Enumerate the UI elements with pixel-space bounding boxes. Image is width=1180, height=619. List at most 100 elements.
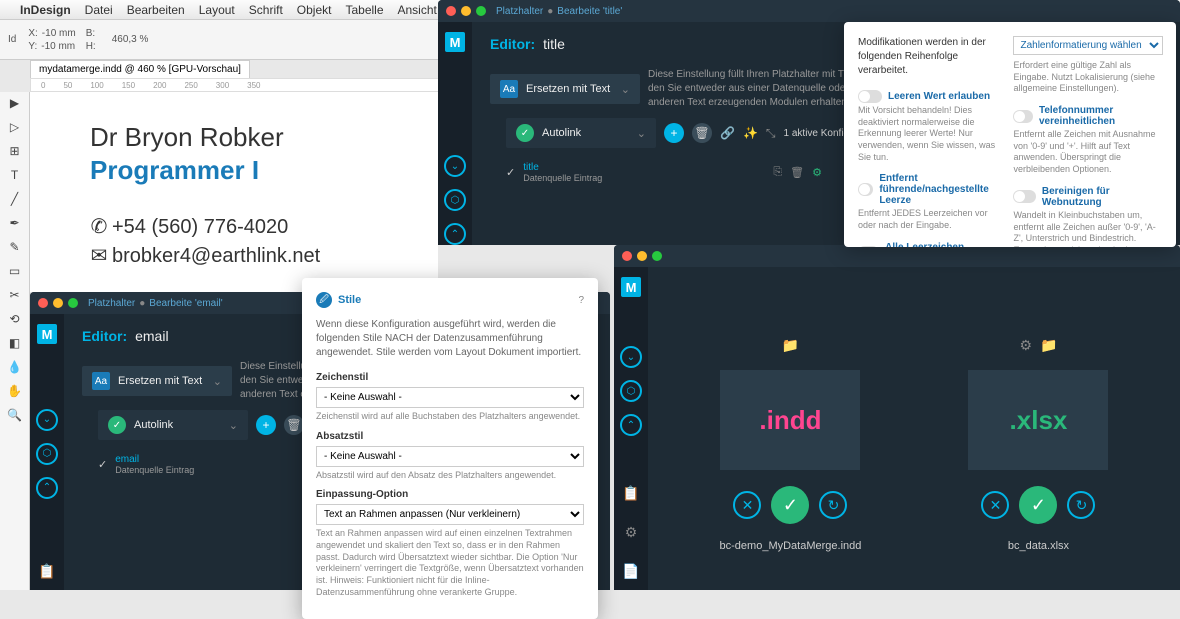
maximize-icon[interactable]	[652, 251, 662, 261]
minimize-icon[interactable]	[53, 298, 63, 308]
titlebar[interactable]	[614, 245, 1180, 267]
close-icon[interactable]	[622, 251, 632, 261]
chevron-down-icon[interactable]: ⌄	[229, 419, 238, 432]
entry-title[interactable]: email	[115, 454, 194, 465]
menu-item[interactable]: Bearbeiten	[127, 3, 185, 17]
sidebar: M ⌄ ⬡ ⌃	[438, 22, 472, 245]
help-icon[interactable]: ?	[578, 295, 584, 306]
window-files: M ⌄ ⬡ ⌃ 📋 ⚙ 📄 📁 .indd ✕ ✓ ↻ bc-demo_MyDa…	[614, 245, 1180, 590]
menu-item[interactable]: Schrift	[249, 3, 283, 17]
nav-down-icon[interactable]: ⌄	[36, 409, 58, 431]
gear-icon[interactable]: ⚙	[812, 166, 822, 179]
switch-icon[interactable]: ⤡	[766, 126, 776, 141]
refresh-button[interactable]: ↻	[1067, 491, 1095, 519]
page-tool[interactable]: ⊞	[5, 144, 25, 162]
close-icon[interactable]	[446, 6, 456, 16]
pen-tool[interactable]: ✒	[5, 216, 25, 234]
delete-button[interactable]: 🗑	[284, 415, 304, 435]
remove-button[interactable]: ✕	[981, 491, 1009, 519]
charstyle-select[interactable]: - Keine Auswahl -	[316, 387, 584, 408]
add-button[interactable]: +	[664, 123, 684, 143]
copy-icon[interactable]: ⎘	[773, 166, 782, 179]
delete-button[interactable]: 🗑	[692, 123, 712, 143]
opt-label: Leeren Wert erlauben	[888, 91, 990, 102]
number-format-select[interactable]: Zahlenformatierung wählen	[1013, 36, 1163, 55]
transform-tool[interactable]: ⟲	[5, 312, 25, 330]
selection-tool[interactable]: ▶	[5, 96, 25, 114]
app-logo[interactable]: M	[621, 277, 641, 297]
field-hint: Absatzstil wird auf den Absatz des Platz…	[316, 470, 584, 482]
app-logo[interactable]: M	[37, 324, 57, 344]
folder-icon[interactable]: 📁	[1040, 337, 1057, 354]
wand-icon[interactable]: ✨	[743, 126, 758, 140]
minimize-icon[interactable]	[637, 251, 647, 261]
gradient-tool[interactable]: ◧	[5, 336, 25, 354]
zoom[interactable]: 460,3 %	[112, 34, 149, 45]
type-tool[interactable]: T	[5, 168, 25, 186]
nav-hex-icon[interactable]: ⬡	[36, 443, 58, 465]
breadcrumb[interactable]: Platzhalter	[496, 6, 543, 17]
nav-hex-icon[interactable]: ⬡	[444, 189, 466, 211]
app-logo[interactable]: M	[445, 32, 465, 52]
maximize-icon[interactable]	[476, 6, 486, 16]
minimize-icon[interactable]	[461, 6, 471, 16]
nav-down-icon[interactable]: ⌄	[620, 346, 642, 368]
coord-x: -10 mm	[42, 28, 76, 39]
app-menu[interactable]: InDesign	[20, 3, 71, 17]
chevron-down-icon[interactable]: ⌄	[621, 83, 630, 96]
refresh-button[interactable]: ↻	[819, 491, 847, 519]
menu-item[interactable]: Objekt	[297, 3, 332, 17]
titlebar[interactable]: Platzhalter●Bearbeite 'title'	[438, 0, 1180, 22]
gear-icon[interactable]: ⚙	[1019, 337, 1032, 354]
toggle-empty[interactable]	[858, 90, 882, 103]
link-icon[interactable]: 🔗	[720, 126, 735, 140]
confirm-button[interactable]: ✓	[1019, 486, 1057, 524]
add-button[interactable]: +	[256, 415, 276, 435]
file-thumb[interactable]: .indd	[720, 370, 860, 470]
eyedropper-tool[interactable]: 💧	[5, 360, 25, 378]
nav-up-icon[interactable]: ⌃	[620, 414, 642, 436]
gear-icon[interactable]: ⚙	[625, 524, 638, 541]
nav-up-icon[interactable]: ⌃	[444, 223, 466, 245]
entry-title[interactable]: title	[523, 162, 602, 173]
zoom-tool[interactable]: 🔍	[5, 408, 25, 426]
chevron-down-icon[interactable]: ⌄	[637, 127, 646, 140]
pencil-tool[interactable]: ✎	[5, 240, 25, 258]
opt-desc: Wandelt in Kleinbuchstaben um, entfernt …	[1013, 210, 1163, 247]
remove-button[interactable]: ✕	[733, 491, 761, 519]
scissors-tool[interactable]: ✂	[5, 288, 25, 306]
doc-icon[interactable]: 📄	[622, 563, 639, 580]
folder-icon[interactable]: 📁	[782, 337, 799, 354]
confirm-button[interactable]: ✓	[771, 486, 809, 524]
toggle-web[interactable]	[1013, 190, 1035, 203]
module-replace-text[interactable]: AaErsetzen mit Text⌄	[490, 74, 640, 104]
rect-tool[interactable]: ▭	[5, 264, 25, 282]
nav-hex-icon[interactable]: ⬡	[620, 380, 642, 402]
hand-tool[interactable]: ✋	[5, 384, 25, 402]
module-replace-text[interactable]: AaErsetzen mit Text⌄	[82, 366, 232, 396]
file-thumb[interactable]: .xlsx	[968, 370, 1108, 470]
clipboard-icon[interactable]: 📋	[622, 485, 639, 502]
line-tool[interactable]: ╱	[5, 192, 25, 210]
module-autolink[interactable]: ✓Autolink⌄	[98, 410, 248, 440]
direct-select-tool[interactable]: ▷	[5, 120, 25, 138]
chevron-down-icon[interactable]: ⌄	[213, 375, 222, 388]
menu-item[interactable]: Datei	[85, 3, 113, 17]
fit-select[interactable]: Text an Rahmen anpassen (Nur verkleinern…	[316, 504, 584, 525]
nav-down-icon[interactable]: ⌄	[444, 155, 466, 177]
menu-item[interactable]: Ansicht	[398, 3, 437, 17]
close-icon[interactable]	[38, 298, 48, 308]
toggle-phone[interactable]	[1013, 110, 1033, 123]
breadcrumb[interactable]: Platzhalter	[88, 298, 135, 309]
clipboard-icon[interactable]: 📋	[38, 563, 55, 580]
parastyle-select[interactable]: - Keine Auswahl -	[316, 446, 584, 467]
module-autolink[interactable]: ✓Autolink⌄	[506, 118, 656, 148]
menu-item[interactable]: Tabelle	[345, 3, 383, 17]
maximize-icon[interactable]	[68, 298, 78, 308]
toggle-allspaces[interactable]	[858, 246, 879, 247]
menu-item[interactable]: Layout	[199, 3, 235, 17]
toggle-trim[interactable]	[858, 183, 873, 196]
nav-up-icon[interactable]: ⌃	[36, 477, 58, 499]
document-tab[interactable]: mydatamerge.indd @ 460 % [GPU-Vorschau]	[30, 60, 250, 79]
trash-icon[interactable]: 🗑	[790, 166, 804, 179]
